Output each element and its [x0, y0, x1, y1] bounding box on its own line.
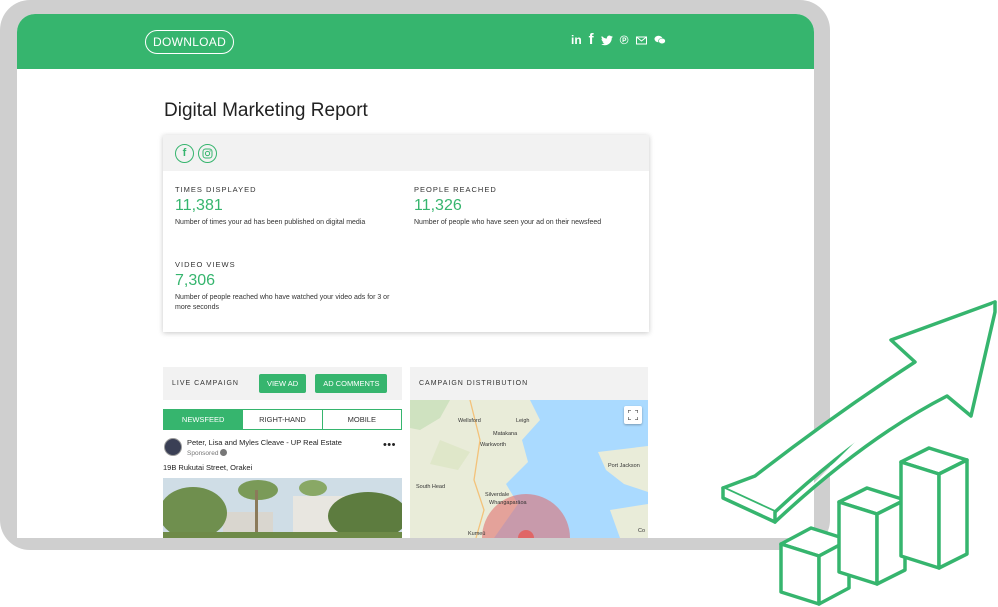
- ad-placement-tabs: NEWSFEED RIGHT-HAND MOBILE: [163, 409, 402, 430]
- tab-mobile[interactable]: MOBILE: [321, 410, 401, 429]
- twitter-icon[interactable]: [600, 33, 613, 47]
- avatar: [164, 438, 182, 456]
- campaign-distribution-label: CAMPAIGN DISTRIBUTION: [419, 380, 529, 387]
- social-share-icons: in f ℗: [571, 32, 666, 47]
- wechat-icon[interactable]: [654, 33, 666, 47]
- ad-comments-button[interactable]: AD COMMENTS: [315, 374, 388, 393]
- map-label-leigh: Leigh: [516, 418, 530, 424]
- stats-card: f TIMES DISPLAYED 11,381 Number of times…: [163, 135, 649, 332]
- stat-people-reached: PEOPLE REACHED 11,326 Number of people w…: [414, 185, 614, 228]
- campaign-distribution-header: CAMPAIGN DISTRIBUTION: [410, 367, 648, 400]
- map-label-silverdale: Silverdale: [485, 492, 510, 498]
- campaign-distribution-panel: CAMPAIGN DISTRIBUTION Wellsford Leigh Ma…: [410, 367, 648, 538]
- map-label-kumeu: Kumeū: [468, 531, 486, 537]
- page-title: Digital Marketing Report: [164, 100, 368, 121]
- fullscreen-icon: [628, 410, 638, 420]
- pinterest-icon[interactable]: ℗: [620, 33, 629, 47]
- instagram-icon[interactable]: [198, 143, 217, 163]
- tab-newsfeed[interactable]: NEWSFEED: [164, 410, 243, 429]
- globe-icon: [220, 449, 228, 456]
- map-label-co: Co: [638, 528, 646, 534]
- live-campaign-label: LIVE CAMPAIGN: [172, 380, 239, 387]
- fullscreen-button[interactable]: [624, 406, 642, 424]
- linkedin-icon[interactable]: in: [571, 33, 582, 47]
- stat-value: 11,326: [414, 197, 462, 214]
- download-button[interactable]: DOWNLOAD: [145, 30, 235, 54]
- map-label-matakana: Matakana: [493, 431, 518, 437]
- stat-description: Number of people reached who have watche…: [175, 294, 390, 311]
- property-photo: [163, 478, 402, 538]
- sponsored-text: Sponsored: [187, 450, 219, 457]
- facebook-icon[interactable]: f: [589, 32, 594, 47]
- ad-post-header: Peter, Lisa and Myles Cleave - UP Real E…: [163, 437, 402, 459]
- stat-value: 11,381: [175, 197, 223, 214]
- live-campaign-header: LIVE CAMPAIGN VIEW AD AD COMMENTS: [163, 367, 402, 400]
- map-label-south-head: South Head: [416, 484, 446, 490]
- map-label-whangaparaoa: Whangaparāoa: [489, 500, 527, 506]
- post-address: 19B Rukutai Street, Orakei: [163, 463, 253, 472]
- map-label-port-jackson: Port Jackson: [608, 463, 640, 469]
- stat-label: TIMES DISPLAYED: [175, 185, 257, 194]
- more-options-icon[interactable]: •••: [383, 439, 396, 451]
- stat-description: Number of times your ad has been publish…: [175, 219, 366, 226]
- stat-description: Number of people who have seen your ad o…: [414, 219, 602, 226]
- poster-name[interactable]: Peter, Lisa and Myles Cleave - UP Real E…: [187, 438, 342, 447]
- map-label-wellsford: Wellsford: [458, 418, 481, 424]
- tab-right-hand[interactable]: RIGHT-HAND: [242, 410, 321, 429]
- tablet-frame: DOWNLOAD in f ℗ Digital Marketing Report…: [0, 0, 830, 550]
- sponsored-label: Sponsored: [187, 449, 228, 457]
- distribution-map[interactable]: Wellsford Leigh Matakana Warkworth Port …: [410, 400, 648, 538]
- stat-video-views: VIDEO VIEWS 7,306 Number of people reach…: [175, 260, 390, 313]
- tablet-screen: DOWNLOAD in f ℗ Digital Marketing Report…: [17, 14, 814, 538]
- live-campaign-panel: LIVE CAMPAIGN VIEW AD AD COMMENTS NEWSFE…: [163, 367, 402, 538]
- facebook-icon[interactable]: f: [175, 143, 194, 163]
- growth-chart-illustration: [721, 300, 997, 606]
- platform-header: f: [163, 135, 649, 171]
- stat-label: VIDEO VIEWS: [175, 260, 236, 269]
- map-label-warkworth: Warkworth: [480, 442, 507, 448]
- view-ad-button[interactable]: VIEW AD: [258, 374, 307, 393]
- stat-times-displayed: TIMES DISPLAYED 11,381 Number of times y…: [175, 185, 390, 228]
- stat-value: 7,306: [175, 272, 216, 289]
- email-icon[interactable]: [635, 33, 647, 47]
- top-bar: DOWNLOAD in f ℗: [17, 14, 814, 69]
- stat-label: PEOPLE REACHED: [414, 185, 497, 194]
